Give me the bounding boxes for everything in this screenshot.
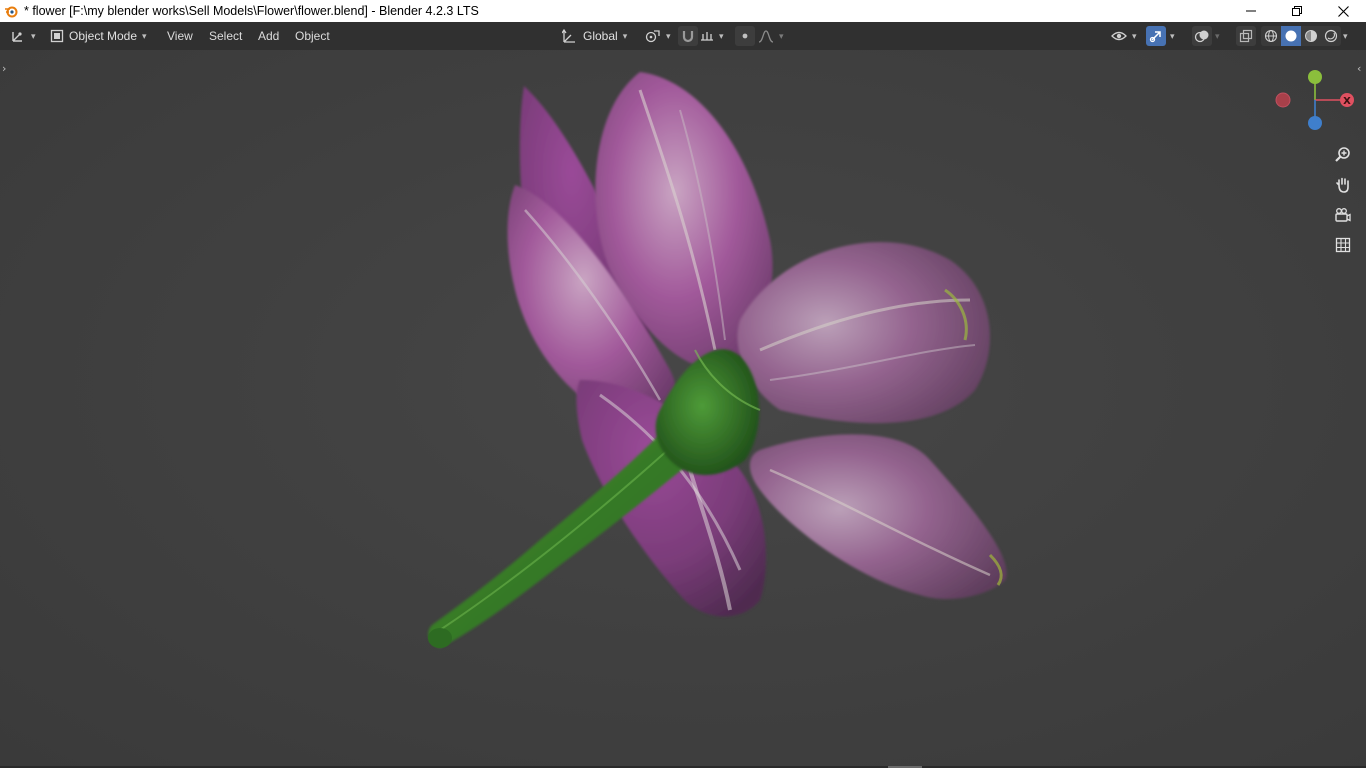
pan-button[interactable]: [1331, 173, 1355, 197]
zoom-button[interactable]: [1331, 143, 1355, 167]
gizmo-z-axis[interactable]: [1308, 116, 1322, 130]
snap-toggle[interactable]: [678, 22, 698, 50]
chevron-down-icon: ▾: [142, 30, 147, 41]
chevron-down-icon: ▾: [1215, 30, 1220, 41]
shading-options-dropdown[interactable]: ▾: [1343, 22, 1348, 50]
gizmo-x-label: X: [1343, 96, 1351, 107]
navigation-gizmo[interactable]: X: [1268, 64, 1360, 136]
overlays-toggle-button[interactable]: [1192, 22, 1212, 50]
gizmo-toggle-icon: [1149, 31, 1161, 43]
xray-toggle-button[interactable]: [1236, 22, 1256, 50]
gizmo-neg-x-axis[interactable]: [1275, 92, 1291, 108]
blender-logo-icon: [4, 4, 18, 18]
snap-magnet-icon: [682, 31, 694, 43]
chevron-down-icon: ▾: [1343, 30, 1348, 41]
falloff-dropdown[interactable]: ▾: [758, 22, 784, 50]
viewport-editor-icon: [12, 32, 22, 42]
chevron-down-icon: ▾: [666, 30, 671, 41]
transform-orientation-dropdown[interactable]: Global ▾: [562, 22, 627, 50]
snap-target-dropdown[interactable]: ▾: [700, 22, 724, 50]
solid-shading-button[interactable]: [1281, 26, 1301, 46]
menu-add[interactable]: Add: [251, 22, 286, 50]
proportional-edit-icon: [742, 33, 748, 39]
pivot-point-icon: [645, 30, 660, 43]
flower-object[interactable]: [0, 50, 1366, 766]
chevron-down-icon: ▾: [622, 30, 628, 41]
restore-button[interactable]: [1274, 0, 1320, 22]
editor-type-dropdown[interactable]: ▾: [10, 22, 36, 50]
eye-visibility-icon: [1111, 31, 1127, 41]
transform-orientation-icon: [562, 28, 575, 43]
ortho-toggle-button[interactable]: [1331, 233, 1355, 257]
camera-view-icon: [1335, 208, 1351, 222]
wireframe-shading-button[interactable]: [1261, 26, 1281, 46]
camera-view-button[interactable]: [1331, 203, 1355, 227]
gizmo-y-axis[interactable]: [1308, 70, 1322, 84]
pan-hand-icon: [1336, 177, 1349, 193]
pivot-point-dropdown[interactable]: ▾: [645, 22, 671, 50]
window-title-bar: * flower [F:\my blender works\Sell Model…: [0, 0, 1366, 22]
falloff-curve-icon: [758, 30, 774, 43]
chevron-down-icon: ▾: [1170, 30, 1175, 41]
solid-shading-icon: [1285, 30, 1297, 42]
gizmo-toggle-button[interactable]: [1146, 22, 1166, 50]
gizmo-options-dropdown[interactable]: ▾: [1170, 22, 1175, 50]
rendered-shading-button[interactable]: [1321, 26, 1341, 46]
object-mode-icon: [50, 29, 64, 43]
menu-object[interactable]: Object: [288, 22, 337, 50]
proportional-edit-toggle[interactable]: [735, 22, 755, 50]
material-preview-icon: [1305, 30, 1317, 42]
menu-view[interactable]: View: [160, 22, 200, 50]
mode-dropdown[interactable]: Object Mode ▾: [50, 22, 147, 50]
viewport-header: ▾ Object Mode ▾ View Select Add Object G…: [0, 22, 1366, 50]
zoom-icon: [1335, 147, 1350, 162]
window-title: * flower [F:\my blender works\Sell Model…: [24, 4, 479, 18]
overlays-options-dropdown[interactable]: ▾: [1215, 22, 1220, 50]
ortho-grid-icon: [1335, 237, 1351, 253]
toolbar-expand-arrow[interactable]: ›: [2, 62, 6, 75]
material-preview-button[interactable]: [1301, 26, 1321, 46]
restore-icon: [1292, 6, 1302, 16]
mode-label: Object Mode: [69, 29, 138, 43]
xray-icon: [1239, 29, 1253, 43]
shading-mode-group: [1261, 22, 1341, 50]
orientation-label: Global: [583, 29, 618, 43]
wireframe-shading-icon: [1264, 29, 1278, 43]
chevron-down-icon: ▾: [1132, 30, 1137, 41]
close-icon: [1337, 5, 1349, 17]
menu-select[interactable]: Select: [202, 22, 249, 50]
visibility-dropdown[interactable]: ▾: [1111, 22, 1137, 50]
chevron-down-icon: ▾: [779, 30, 784, 41]
close-button[interactable]: [1320, 0, 1366, 22]
snap-increment-icon: [701, 32, 713, 41]
chevron-down-icon: ▾: [31, 30, 36, 41]
minimize-button[interactable]: [1228, 0, 1274, 22]
overlays-icon: [1194, 30, 1209, 43]
3d-viewport[interactable]: › ‹ X: [0, 50, 1366, 766]
rendered-shading-icon: [1324, 29, 1338, 43]
minimize-icon: [1246, 10, 1256, 12]
chevron-down-icon: ▾: [719, 30, 724, 41]
